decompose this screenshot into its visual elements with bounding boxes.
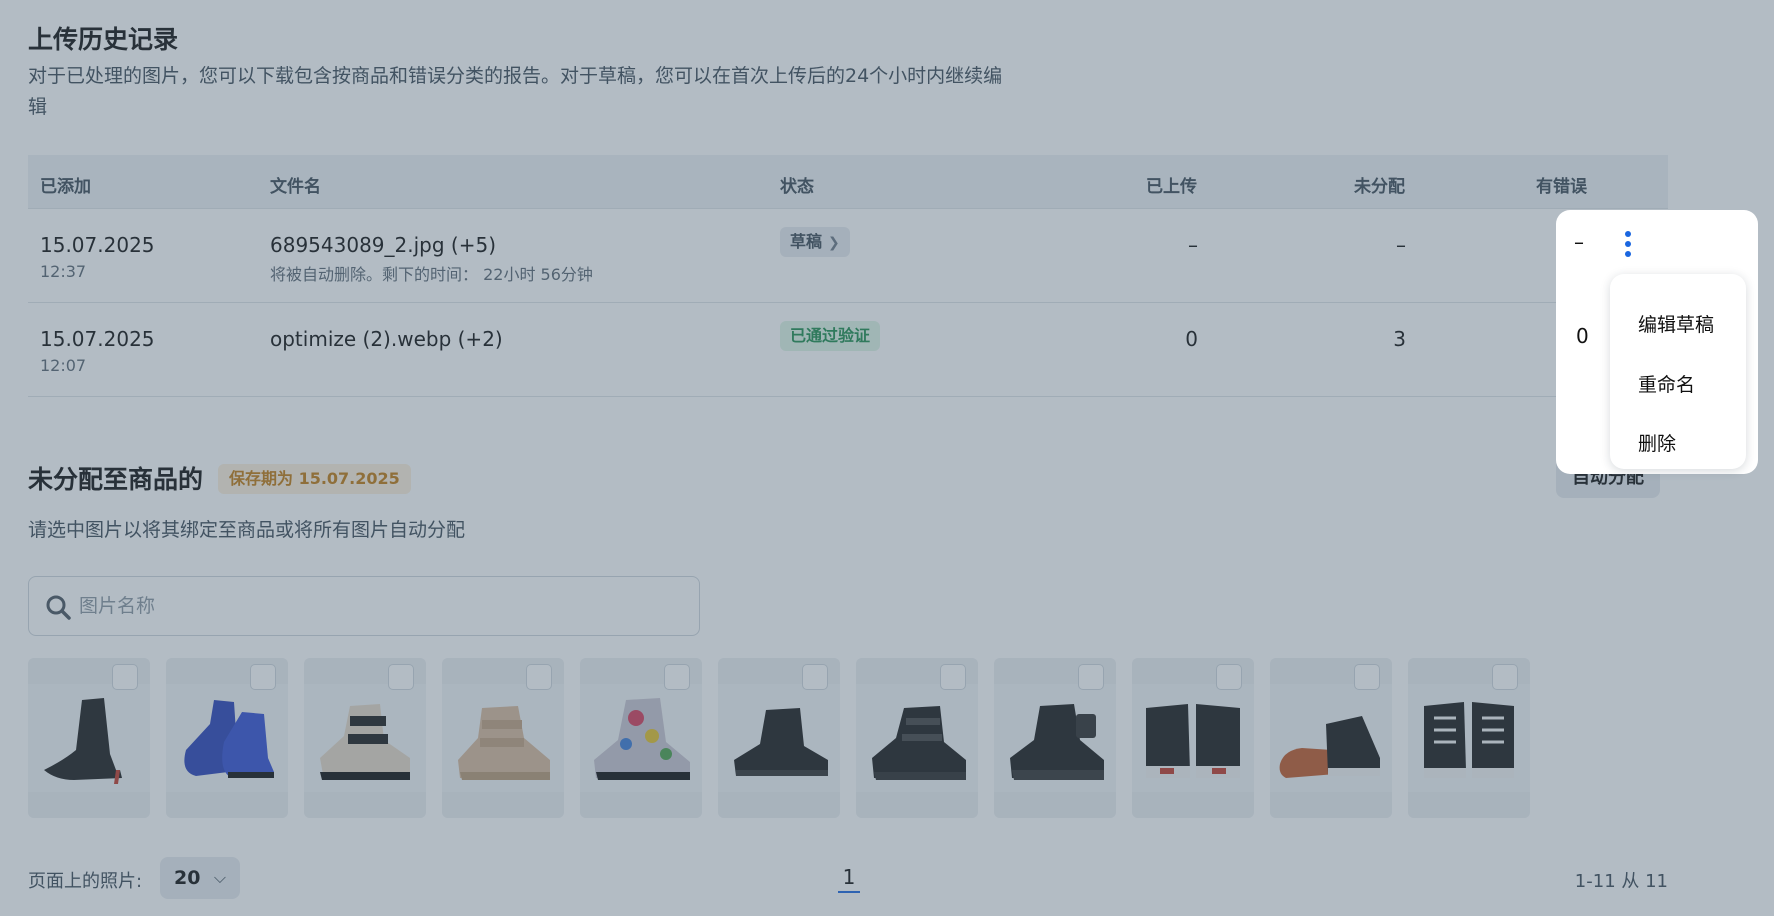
context-menu: 编辑草稿 重命名 删除 — [1610, 274, 1746, 469]
menu-item-edit-draft[interactable]: 编辑草稿 — [1638, 310, 1714, 337]
row-actions-card: – 0 编辑草稿 重命名 删除 — [1556, 210, 1758, 474]
menu-item-rename[interactable]: 重命名 — [1638, 370, 1695, 397]
row-errors-value: 0 — [1576, 324, 1589, 348]
row-errors-value: – — [1574, 230, 1584, 254]
upload-history-page: 上传历史记录 对于已处理的图片，您可以下载包含按商品和错误分类的报告。对于草稿，… — [0, 0, 1774, 916]
menu-item-delete[interactable]: 删除 — [1638, 429, 1676, 456]
more-options-icon[interactable] — [1621, 230, 1635, 258]
modal-overlay[interactable] — [0, 0, 1774, 916]
